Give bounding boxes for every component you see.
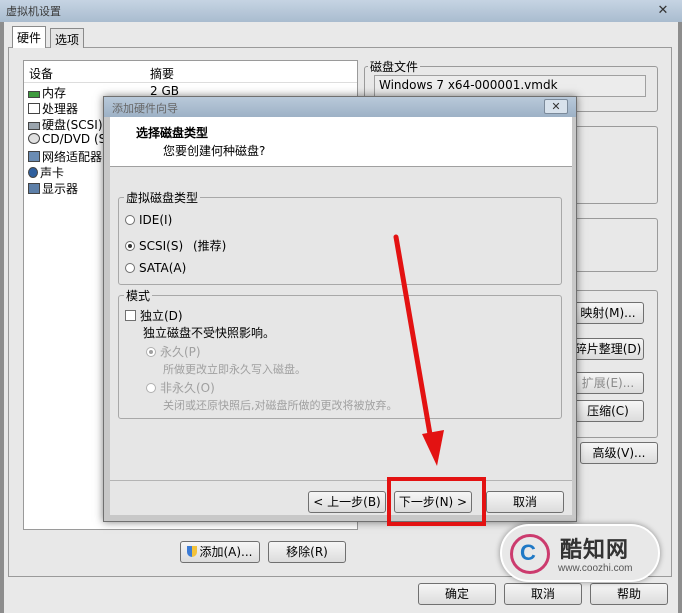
annotation-arrow [393,234,444,466]
highlight-box [387,477,486,526]
watermark: C 酷知网 www.coozhi.com [500,524,660,582]
watermark-url: www.coozhi.com [558,563,633,574]
tab-hardware[interactable]: 硬件 [12,26,47,48]
watermark-logo-icon: C [510,534,550,574]
watermark-logo-letter: C [520,540,536,565]
watermark-name: 酷知网 [560,538,630,563]
